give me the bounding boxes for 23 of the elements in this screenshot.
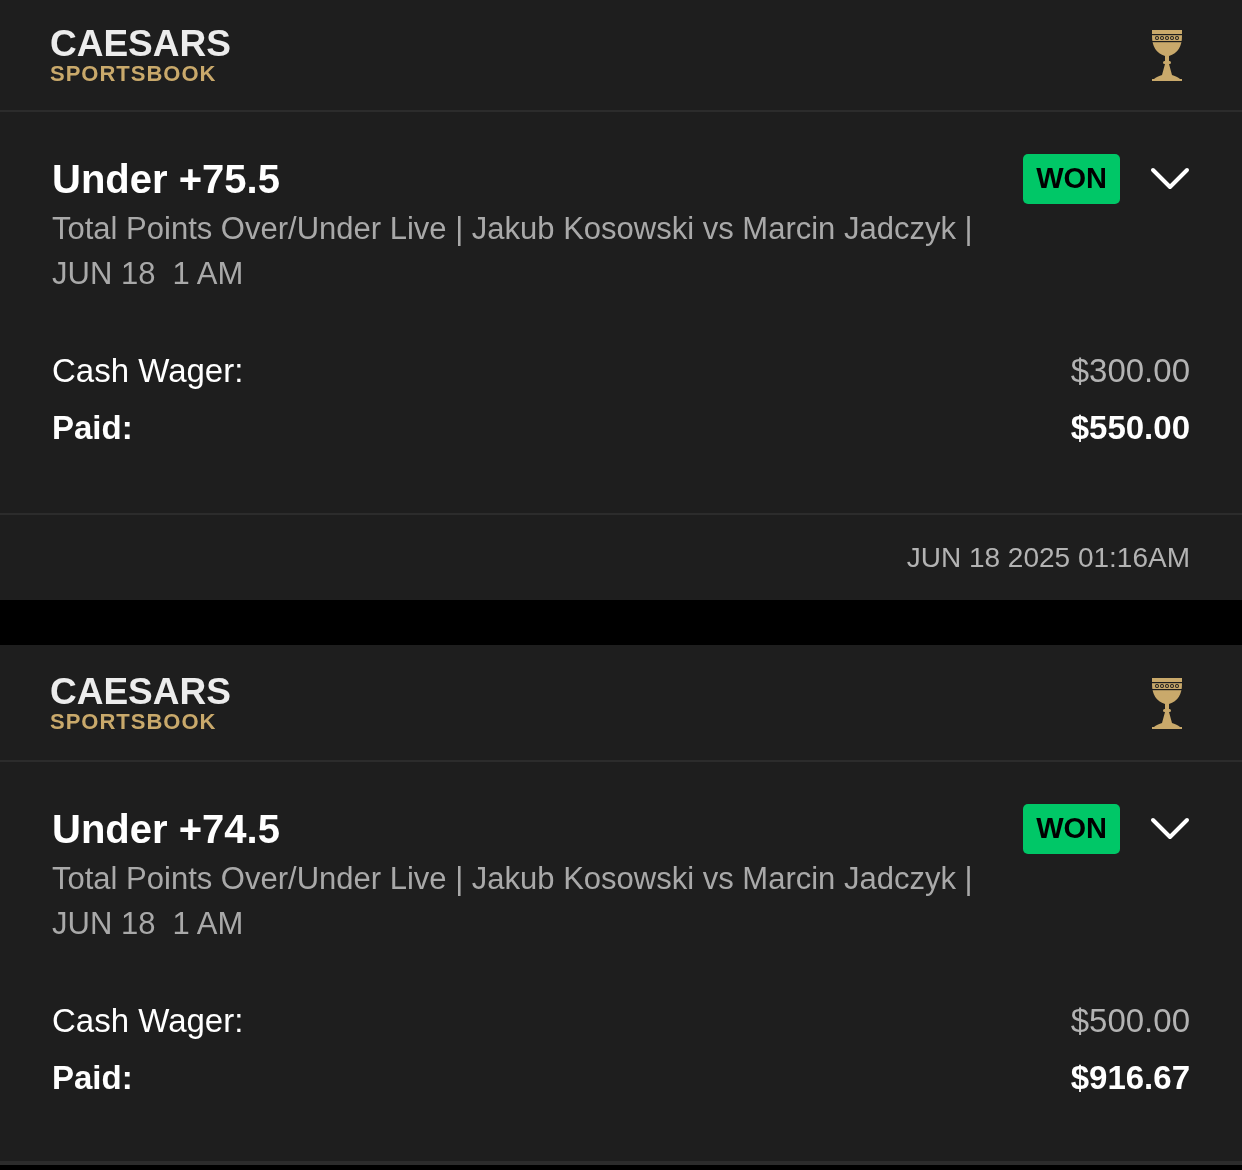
bet-title: Under +74.5 xyxy=(52,806,280,853)
paid-amount: $916.67 xyxy=(1070,1058,1190,1098)
paid-label: Paid: xyxy=(52,408,133,448)
chevron-down-icon[interactable] xyxy=(1150,167,1190,191)
bet-timestamp: JUN 18 2025 01:16AM xyxy=(906,540,1190,575)
chevron-down-icon[interactable] xyxy=(1150,817,1190,841)
wager-label: Cash Wager: xyxy=(52,1001,244,1041)
chalice-icon xyxy=(1150,28,1184,82)
wager-label: Cash Wager: xyxy=(52,351,244,391)
bet-description: Total Points Over/Under Live | Jakub Kosowski vs Marcin Jadczyk | JUN 18 1 AM xyxy=(52,210,974,293)
brand-logo-subtext: SPORTSBOOK xyxy=(50,710,218,733)
chalice-icon xyxy=(1150,675,1184,730)
brand-logo-text: CAESARS xyxy=(50,672,231,710)
paid-amount: $550.00 xyxy=(1070,408,1190,448)
wager-amount: $300.00 xyxy=(1070,351,1190,391)
brand-logo-text: CAESARS xyxy=(50,25,231,62)
status-badge: WON xyxy=(1023,154,1120,204)
bet-title: Under +75.5 xyxy=(52,156,280,203)
brand-logo-subtext: SPORTSBOOK xyxy=(50,63,218,85)
wager-amount: $500.00 xyxy=(1070,1001,1190,1041)
bet-description: Total Points Over/Under Live | Jakub Kosowski vs Marcin Jadczyk | JUN 18 1 AM xyxy=(52,860,974,943)
paid-label: Paid: xyxy=(52,1058,133,1098)
status-badge: WON xyxy=(1023,804,1120,854)
